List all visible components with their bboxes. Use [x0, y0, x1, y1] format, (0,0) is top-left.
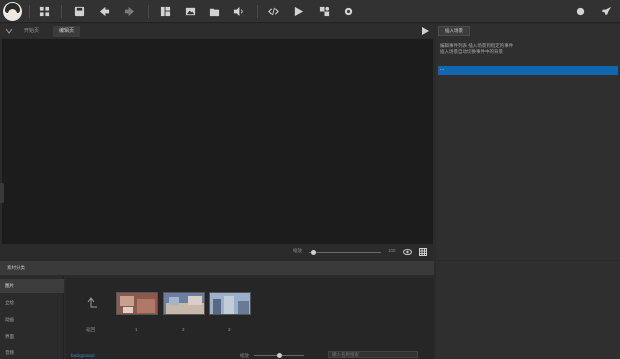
layout-icon[interactable] — [159, 5, 172, 18]
toolbar-divider — [61, 5, 62, 18]
tab-start[interactable]: 开始页 — [18, 26, 45, 37]
record-icon[interactable] — [574, 5, 587, 18]
image-icon[interactable] — [184, 5, 197, 18]
zoom-slider-track[interactable] — [309, 252, 381, 253]
asset-label: 2 — [182, 327, 185, 332]
folder-icon[interactable] — [208, 5, 221, 18]
bottom-right-panel — [436, 261, 620, 359]
category-item[interactable]: 动画 — [0, 313, 64, 327]
parent-folder-icon[interactable] — [86, 297, 98, 311]
category-item[interactable]: 界面 — [0, 330, 64, 344]
app-logo[interactable] — [3, 2, 22, 21]
panel-hint: 编辑事件列表 插入场景到指定的事件 插入场景自动切换事件中的背景 — [440, 43, 610, 55]
toolbar-divider — [29, 5, 30, 18]
asset-grid — [66, 278, 434, 359]
grid-icon[interactable] — [419, 248, 427, 256]
panel-collapse-handle[interactable] — [0, 183, 4, 203]
chevron-down-icon[interactable] — [5, 27, 13, 35]
zoom-label: 缩放 — [293, 248, 302, 253]
insert-scene-button[interactable]: 插入场景 — [438, 26, 470, 36]
play-icon[interactable] — [292, 5, 305, 18]
folder-path-link[interactable]: background — [71, 353, 95, 358]
assets-icon[interactable] — [318, 5, 331, 18]
zoom-slider-knob[interactable] — [311, 250, 316, 255]
category-item[interactable]: 立绘 — [0, 296, 64, 310]
eye-icon[interactable] — [403, 248, 412, 256]
footer-zoom-knob[interactable] — [277, 353, 282, 358]
save-icon[interactable] — [73, 5, 86, 18]
volume-icon[interactable] — [232, 5, 245, 18]
asset-label: 3 — [228, 327, 231, 332]
asset-thumbnail[interactable] — [116, 292, 158, 315]
asset-search-input[interactable]: 输入名称搜索 — [328, 351, 418, 358]
back-icon[interactable] — [98, 5, 111, 18]
toolbar-divider — [148, 5, 149, 18]
zoom-percent: 100 — [388, 248, 396, 253]
play-icon[interactable] — [421, 27, 429, 35]
asset-panel-title: 素材分类 — [7, 265, 25, 270]
toolbar-divider — [257, 5, 258, 18]
asset-thumbnail[interactable] — [209, 292, 251, 315]
category-list: 图片 立绘 动画 界面 音频 — [0, 276, 64, 359]
parent-folder-label: 返回 — [86, 327, 95, 332]
tab-edit[interactable]: 编辑页 — [53, 26, 81, 37]
right-panel: 插入场景 编辑事件列表 插入场景到指定的事件 插入场景自动切换事件中的背景 ..… — [436, 24, 620, 260]
code-icon[interactable] — [267, 5, 280, 18]
hint-line: 插入场景自动切换事件中的背景 — [440, 49, 503, 54]
asset-label: 1 — [135, 327, 138, 332]
logo-face — [8, 9, 17, 18]
category-item[interactable]: 图片 — [0, 279, 64, 293]
project-grid-icon[interactable] — [38, 5, 51, 18]
asset-footer: background 缩放 输入名称搜索 — [66, 350, 434, 359]
top-toolbar — [0, 0, 620, 23]
forward-icon[interactable] — [123, 5, 136, 18]
zoom-bar: 缩放 100 — [0, 245, 434, 259]
rocket-icon[interactable] — [600, 5, 613, 18]
asset-panel-header: 素材分类 — [0, 261, 434, 275]
editor-canvas[interactable] — [2, 39, 433, 244]
asset-thumbnail[interactable] — [163, 292, 205, 315]
editor-tab-bar: 开始页 编辑页 — [0, 24, 434, 38]
settings-icon[interactable] — [342, 5, 355, 18]
category-item[interactable]: 音频 — [0, 346, 64, 359]
footer-zoom-label: 缩放 — [240, 353, 249, 358]
selected-list-item[interactable]: ... — [438, 66, 618, 75]
